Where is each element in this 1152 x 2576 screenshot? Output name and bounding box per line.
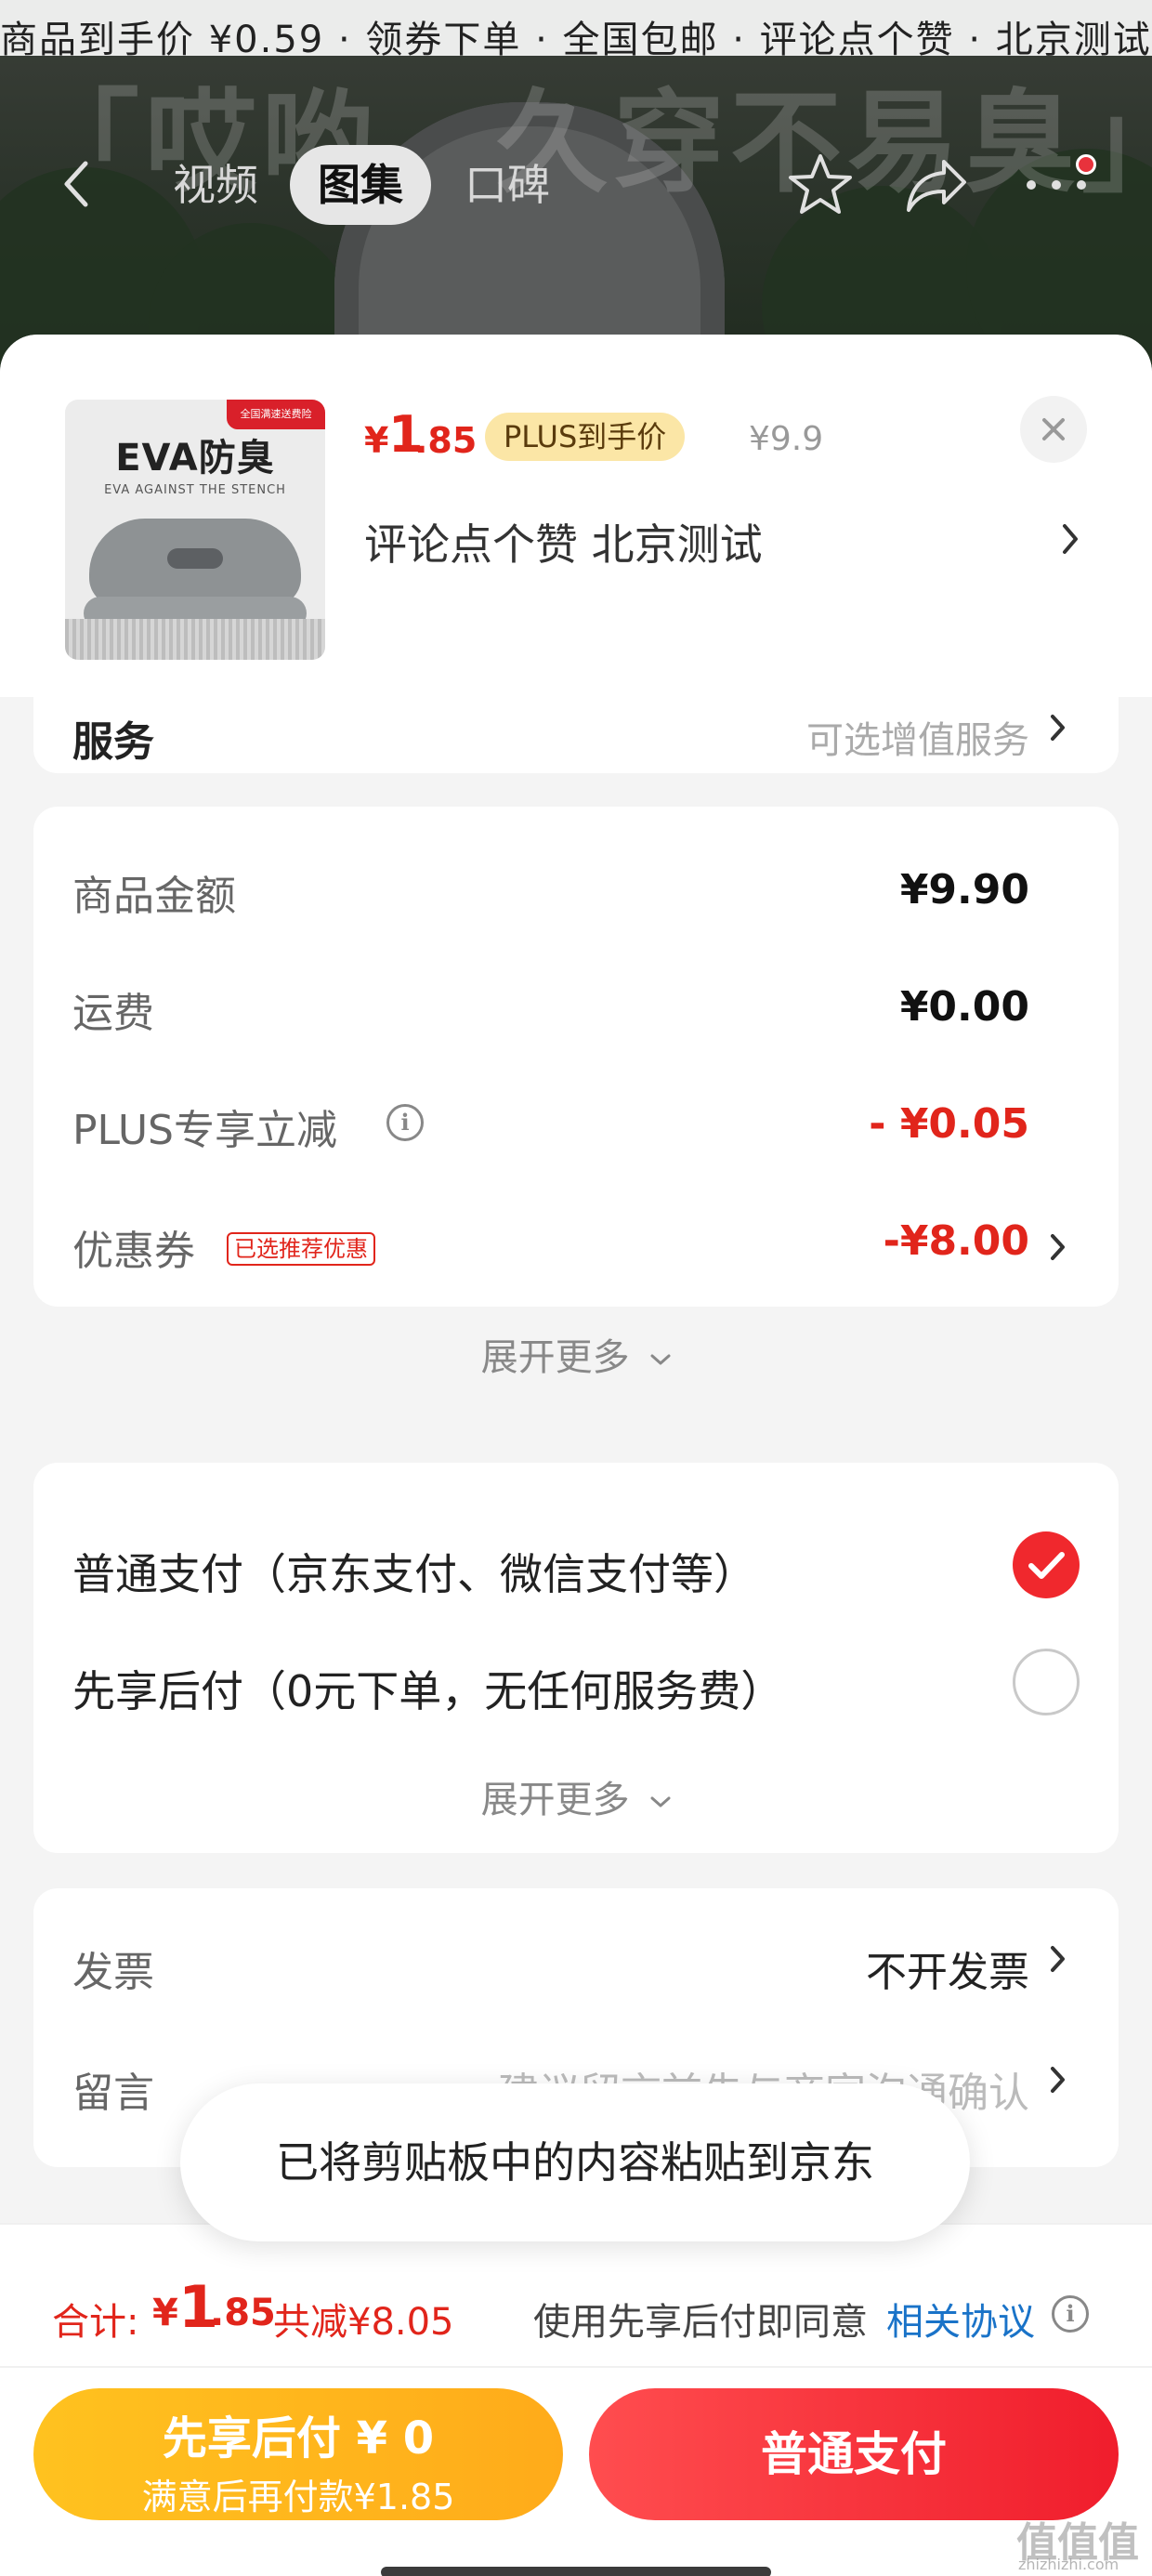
- pay-later-label: 先享后付 ¥ 0: [162, 2412, 435, 2464]
- plus-price-badge: PLUS到手价: [485, 413, 686, 461]
- chevron-right-icon[interactable]: [1048, 2063, 1068, 2096]
- clipboard-toast: 已将剪贴板中的内容粘贴到京东: [180, 2083, 970, 2241]
- product-image-ribbon: 全国满速送费险: [227, 400, 325, 429]
- product-image-title: EVA防臭: [115, 437, 275, 480]
- slipper-hole: [167, 548, 223, 569]
- more-icon[interactable]: [1022, 171, 1091, 199]
- tab-video[interactable]: 视频: [173, 145, 258, 225]
- coupon-label[interactable]: 优惠券: [72, 1217, 195, 1277]
- pay-later-sublabel: 满意后再付款¥1.85: [141, 2477, 455, 2517]
- chevron-down-icon: [650, 1796, 671, 1807]
- star-icon[interactable]: [786, 151, 855, 219]
- chevron-right-icon[interactable]: [1048, 1230, 1068, 1264]
- check-icon: [1028, 1552, 1065, 1579]
- info-icon[interactable]: i: [1052, 2295, 1089, 2333]
- price-decimal: .85: [414, 420, 478, 461]
- chevron-down-icon: [650, 1354, 671, 1365]
- expand-more-label: 展开更多: [480, 1779, 630, 1821]
- info-icon[interactable]: i: [386, 1104, 424, 1141]
- share-icon[interactable]: [903, 152, 972, 217]
- expand-more-payment[interactable]: 展开更多: [33, 1769, 1119, 1823]
- product-thumbnail[interactable]: 全国满速送费险 EVA防臭 EVA AGAINST THE STENCH: [65, 400, 325, 660]
- top-navbar: 视频 图集 口碑: [0, 139, 1152, 232]
- grass-base: [65, 619, 325, 660]
- goods-amount-value: ¥9.90: [899, 866, 1029, 913]
- note-label: 留言: [72, 2070, 154, 2117]
- product-gallery-background: 商品到手价 ¥0.59 · 领券下单 · 全国包邮 · 评论点个赞 · 北京测试…: [0, 0, 1152, 390]
- total-reduced: 共减¥8.05: [273, 2301, 454, 2344]
- payment-selected-checkbox[interactable]: [1013, 1531, 1080, 1598]
- payment-unselected-radio[interactable]: [1013, 1649, 1080, 1715]
- coupon-value[interactable]: -¥8.00: [884, 1217, 1029, 1265]
- coupon-recommended-tag: 已选推荐优惠: [227, 1232, 375, 1266]
- total-currency: ¥: [152, 2292, 178, 2334]
- total-label: 合计:: [52, 2301, 139, 2344]
- original-price: ¥9.9: [749, 420, 824, 458]
- service-value: 可选增值服务: [806, 719, 1029, 762]
- product-image-subtitle: EVA AGAINST THE STENCH: [104, 483, 286, 497]
- shipping-fee-value: ¥0.00: [899, 983, 1029, 1031]
- pay-later-button[interactable]: 先享后付 ¥ 0 满意后再付款¥1.85: [33, 2388, 563, 2520]
- agreement-text: 使用先享后付即同意: [533, 2301, 868, 2344]
- watermark-url: zhizhizhi.com: [1018, 2556, 1119, 2573]
- price-detail-card: 商品金额 ¥9.90 运费 ¥0.00 PLUS专享立减 i - ¥0.05 优…: [33, 807, 1119, 1307]
- shipping-fee-label: 运费: [72, 990, 154, 1037]
- order-sheet: 全国满速送费险 EVA防臭 EVA AGAINST THE STENCH ¥ 1…: [0, 335, 1152, 2576]
- price-currency: ¥: [364, 420, 389, 461]
- payment-option-later[interactable]: 先享后付（0元下单，无任何服务费）: [72, 1658, 783, 1719]
- product-summary: 全国满速送费险 EVA防臭 EVA AGAINST THE STENCH ¥ 1…: [0, 335, 1152, 697]
- expand-more-price[interactable]: 展开更多: [0, 1327, 1152, 1381]
- divider: [0, 2366, 1152, 2368]
- chevron-right-icon[interactable]: [1048, 1942, 1068, 1976]
- product-name[interactable]: 评论点个赞 北京测试: [364, 511, 763, 572]
- notification-dot: [1076, 154, 1096, 175]
- chevron-right-icon: [1051, 715, 1065, 741]
- close-icon: [1042, 418, 1065, 440]
- home-indicator[interactable]: [381, 2567, 771, 2576]
- back-icon[interactable]: [58, 156, 95, 212]
- tab-gallery[interactable]: 图集: [290, 145, 431, 225]
- close-button[interactable]: [1020, 396, 1087, 463]
- background-banner: 商品到手价 ¥0.59 · 领券下单 · 全国包邮 · 评论点个赞 · 北京测试…: [0, 0, 1152, 61]
- service-label: 服务: [72, 718, 154, 766]
- payment-option-normal[interactable]: 普通支付（京东支付、微信支付等）: [72, 1541, 756, 1602]
- payment-method-card: 普通支付（京东支付、微信支付等） 先享后付（0元下单，无任何服务费） 展开更多: [33, 1463, 1119, 1853]
- plus-discount-value: - ¥0.05: [869, 1100, 1029, 1148]
- normal-pay-button[interactable]: 普通支付: [589, 2388, 1119, 2520]
- chevron-right-icon[interactable]: [1057, 520, 1083, 558]
- tab-review[interactable]: 口碑: [465, 145, 550, 225]
- plus-discount-label: PLUS专享立减: [72, 1107, 337, 1154]
- total-decimal: .85: [210, 2292, 276, 2334]
- goods-amount-label: 商品金额: [72, 873, 236, 920]
- invoice-value[interactable]: 不开发票: [866, 1939, 1029, 1998]
- checkout-bar: 合计: ¥ 1 .85 共减¥8.05 使用先享后付即同意 相关协议 i 先享后…: [0, 2223, 1152, 2576]
- agreement-link[interactable]: 相关协议: [886, 2292, 1035, 2346]
- invoice-label[interactable]: 发票: [72, 1939, 154, 1998]
- expand-more-label: 展开更多: [480, 1336, 630, 1379]
